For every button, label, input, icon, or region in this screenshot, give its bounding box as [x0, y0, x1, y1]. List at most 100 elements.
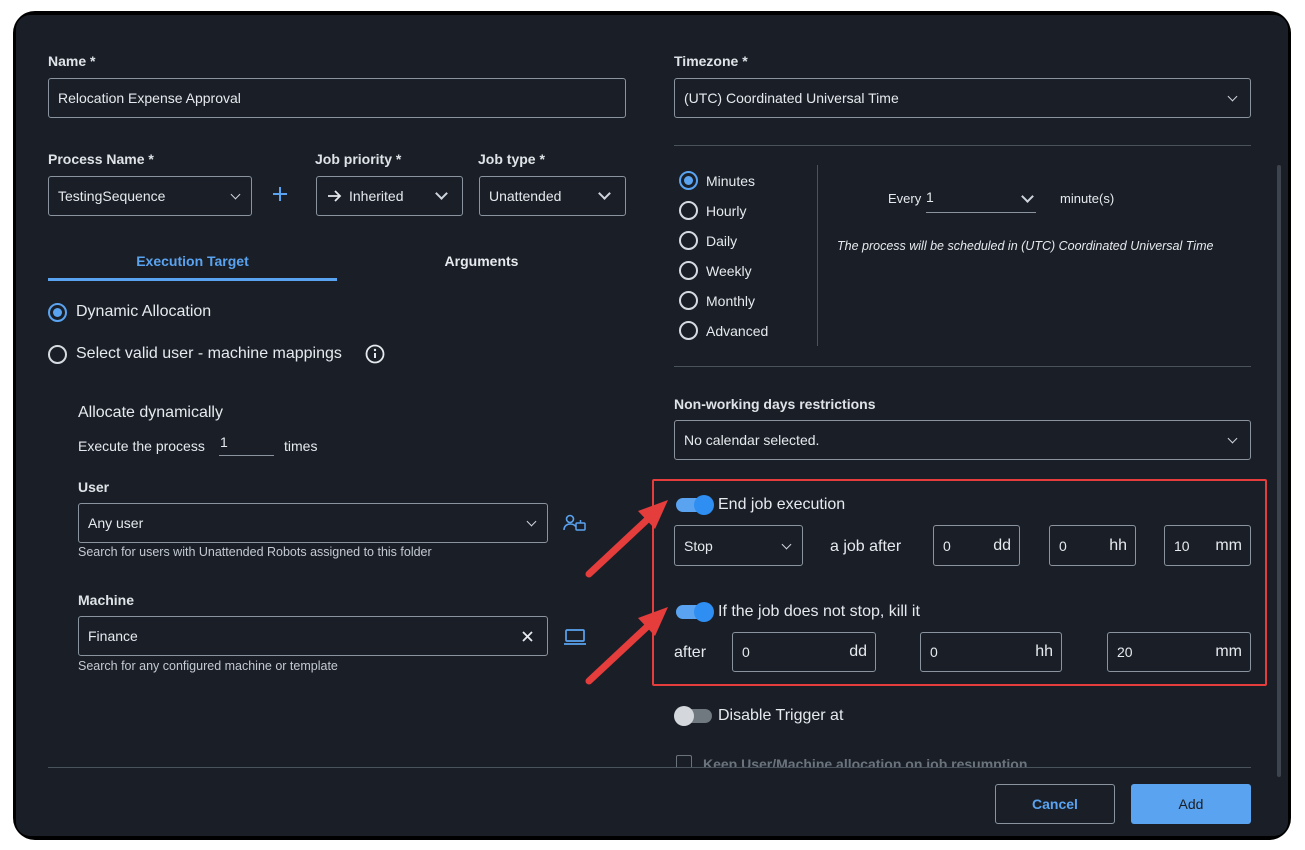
nonworking-label: Non-working days restrictions: [674, 396, 876, 412]
create-trigger-dialog: Name * Relocation Expense Approval Proce…: [16, 15, 1288, 836]
frequency-radio-hourly[interactable]: [679, 201, 698, 220]
user-hint: Search for users with Unattended Robots …: [78, 545, 432, 559]
tab-arguments[interactable]: Arguments: [337, 253, 626, 269]
kill-job-minutes-input[interactable]: 20 mm: [1107, 632, 1251, 672]
end-job-minutes-value: 10: [1174, 537, 1190, 554]
name-input[interactable]: Relocation Expense Approval: [48, 78, 626, 118]
process-name-label: Process Name *: [48, 151, 154, 167]
annotation-arrows: [585, 500, 668, 685]
nonworking-value: No calendar selected.: [684, 432, 820, 448]
chevron-down-icon: [1227, 91, 1238, 102]
nonworking-calendar-select[interactable]: No calendar selected.: [674, 420, 1251, 460]
scrollbar[interactable]: [1277, 165, 1281, 777]
execute-count-input[interactable]: 1: [219, 434, 274, 456]
every-value: 1: [926, 189, 934, 205]
user-value: Any user: [88, 515, 144, 531]
keep-allocation-label: Keep User/Machine allocation on job resu…: [703, 756, 1028, 767]
kill-job-hours-value: 0: [930, 644, 938, 660]
frequency-radio-daily[interactable]: [679, 231, 698, 250]
timezone-select[interactable]: (UTC) Coordinated Universal Time: [674, 78, 1251, 118]
arrow-right-icon: [328, 190, 342, 202]
disable-trigger-label: Disable Trigger at: [718, 707, 844, 724]
job-type-label: Job type *: [478, 151, 545, 167]
kill-job-days-input[interactable]: 0 dd: [732, 632, 876, 672]
end-job-hours-value: 0: [1059, 537, 1067, 554]
chevron-down-icon: [1021, 190, 1034, 203]
end-job-hours-input[interactable]: 0 hh: [1049, 525, 1136, 566]
job-priority-value: Inherited: [349, 188, 404, 204]
frequency-label-daily: Daily: [706, 233, 738, 249]
dynamic-allocation-radio[interactable]: [48, 303, 67, 322]
machine-select[interactable]: Finance: [78, 616, 548, 656]
kill-job-label: If the job does not stop, kill it: [718, 603, 920, 620]
timezone-value: (UTC) Coordinated Universal Time: [684, 90, 899, 106]
hours-unit: hh: [1109, 536, 1127, 554]
frequency-label-advanced: Advanced: [706, 323, 769, 339]
end-job-action-select[interactable]: Stop: [674, 525, 803, 566]
arrow-to-kill-job-icon: [585, 607, 668, 685]
vertical-divider: [817, 165, 818, 346]
clear-icon[interactable]: [522, 631, 533, 642]
end-job-minutes-input[interactable]: 10 mm: [1164, 525, 1251, 566]
toggle-knob: [674, 706, 694, 726]
machine-value: Finance: [88, 628, 138, 644]
keep-allocation-checkbox[interactable]: [676, 755, 692, 767]
cancel-button[interactable]: Cancel: [995, 784, 1115, 824]
user-label: User: [78, 479, 110, 495]
end-job-days-value: 0: [943, 537, 951, 554]
minutes-unit: mm: [1215, 536, 1242, 554]
every-select[interactable]: 1: [926, 189, 1036, 213]
chevron-down-icon: [781, 539, 792, 550]
job-priority-select[interactable]: Inherited: [316, 176, 463, 216]
kill-job-after-text: after: [674, 644, 707, 661]
dynamic-allocation-label: Dynamic Allocation: [76, 303, 212, 320]
every-label: Every: [888, 191, 922, 206]
frequency-radio-weekly[interactable]: [679, 261, 698, 280]
tab-execution-target[interactable]: Execution Target: [48, 253, 337, 269]
chevron-down-icon: [230, 189, 241, 200]
machine-label: Machine: [78, 592, 135, 608]
frequency-label-hourly: Hourly: [706, 203, 747, 219]
end-job-days-input[interactable]: 0 dd: [933, 525, 1020, 566]
add-process-plus-icon[interactable]: [271, 185, 289, 203]
chevron-down-icon: [598, 187, 611, 200]
tab-active-indicator: [48, 278, 337, 281]
divider: [674, 145, 1251, 146]
user-select[interactable]: Any user: [78, 503, 548, 543]
kill-job-minutes-value: 20: [1117, 644, 1133, 660]
schedule-note: The process will be scheduled in (UTC) C…: [837, 239, 1214, 253]
kill-job-toggle[interactable]: [676, 602, 714, 622]
minutes-unit: mm: [1215, 643, 1242, 660]
frequency-label-minutes: Minutes: [706, 173, 756, 189]
frequency-radio-monthly[interactable]: [679, 291, 698, 310]
process-name-select[interactable]: TestingSequence: [48, 176, 252, 216]
chevron-down-icon: [1227, 433, 1238, 444]
info-icon[interactable]: [365, 344, 385, 364]
name-label: Name *: [48, 53, 96, 69]
name-input-value: Relocation Expense Approval: [58, 90, 241, 106]
chevron-down-icon: [526, 516, 537, 527]
disable-trigger-toggle[interactable]: [674, 706, 712, 726]
add-button[interactable]: Add: [1131, 784, 1251, 824]
process-name-value: TestingSequence: [58, 188, 166, 204]
end-job-toggle[interactable]: [676, 495, 714, 515]
days-unit: dd: [849, 643, 867, 660]
kill-job-days-value: 0: [742, 644, 750, 660]
arrow-to-end-job-icon: [585, 500, 668, 578]
toggle-knob: [694, 602, 714, 622]
machine-hint: Search for any configured machine or tem…: [78, 659, 338, 673]
every-unit: minute(s): [1060, 191, 1115, 206]
allocate-dynamically-title: Allocate dynamically: [78, 404, 223, 421]
job-type-value: Unattended: [489, 188, 562, 204]
frequency-radio-advanced[interactable]: [679, 321, 698, 340]
days-unit: dd: [993, 536, 1011, 554]
job-type-select[interactable]: Unattended: [479, 176, 626, 216]
kill-job-hours-input[interactable]: 0 hh: [920, 632, 1062, 672]
mappings-radio[interactable]: [48, 345, 67, 364]
execute-prefix: Execute the process: [78, 438, 205, 454]
end-job-label: End job execution: [718, 496, 846, 513]
hours-unit: hh: [1035, 643, 1053, 660]
end-job-action-value: Stop: [684, 537, 713, 554]
execute-suffix: times: [284, 438, 318, 454]
frequency-radio-minutes[interactable]: [679, 171, 698, 190]
